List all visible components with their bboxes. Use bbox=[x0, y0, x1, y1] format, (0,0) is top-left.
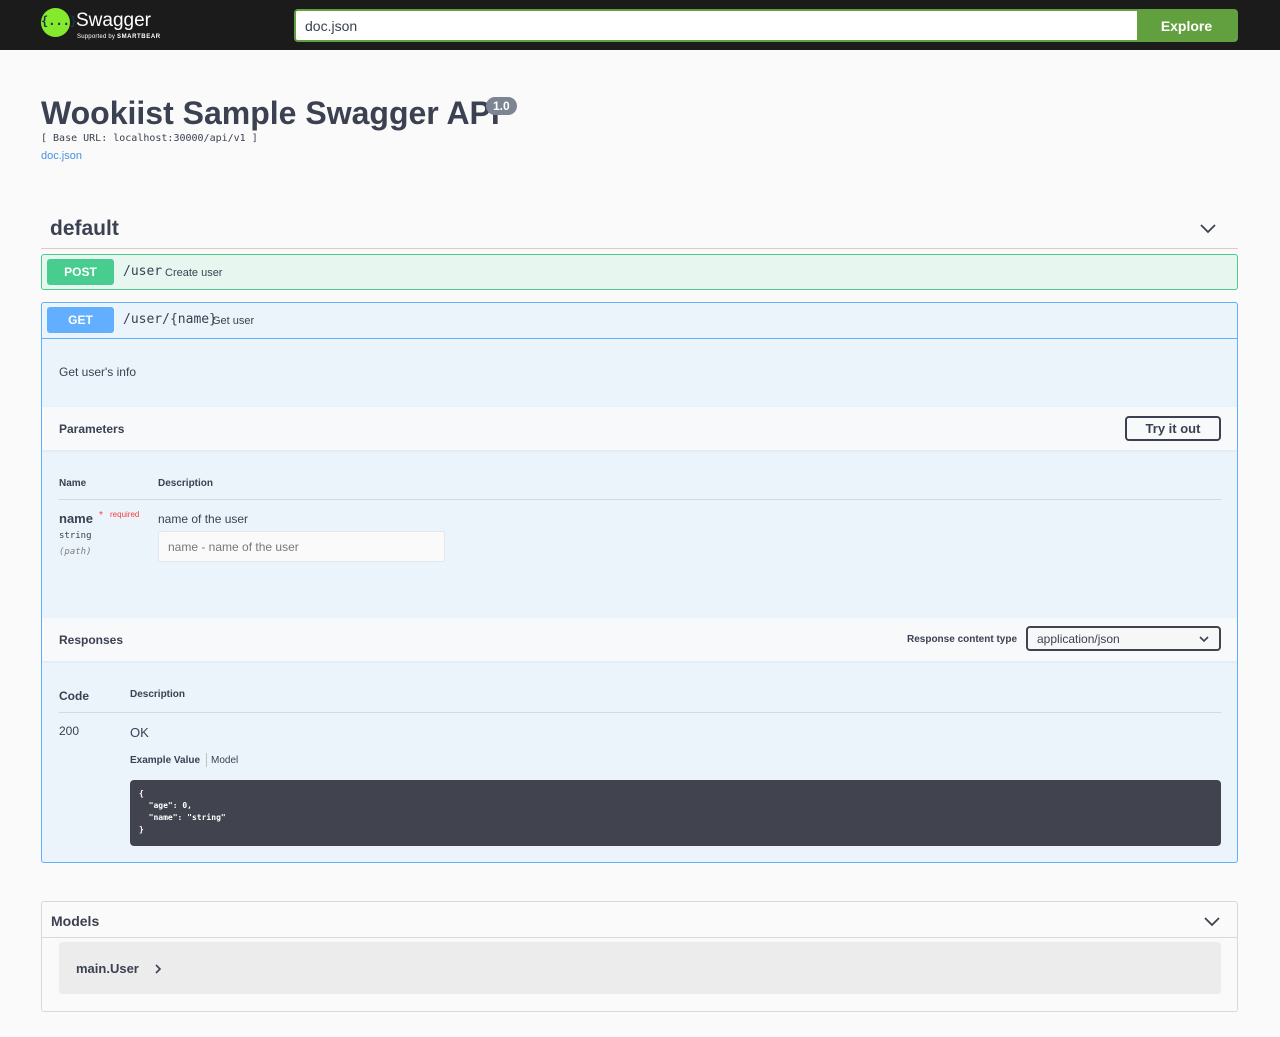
param-name: name bbox=[59, 511, 93, 526]
operation-get-user: GET /user/{name} Get user Get user's inf… bbox=[41, 302, 1238, 863]
version-badge: 1.0 bbox=[486, 97, 517, 115]
operation-path: /user bbox=[123, 264, 163, 279]
method-badge-post: POST bbox=[47, 259, 114, 285]
spec-url-input[interactable] bbox=[296, 11, 1140, 40]
explore-button[interactable]: Explore bbox=[1137, 11, 1236, 40]
try-it-out-button[interactable]: Try it out bbox=[1125, 416, 1221, 441]
parameters-label: Parameters bbox=[59, 422, 125, 436]
chevron-down-icon bbox=[1199, 636, 1209, 643]
model-item-main-user[interactable]: main.User bbox=[59, 942, 1221, 994]
param-col-description: Description bbox=[158, 478, 214, 489]
model-name: main.User bbox=[76, 961, 139, 976]
operation-path: /user/{name} bbox=[123, 312, 217, 327]
param-header-divider bbox=[59, 499, 1221, 500]
chevron-right-icon bbox=[155, 964, 162, 974]
response-description: OK bbox=[130, 725, 149, 740]
param-type: string bbox=[59, 531, 92, 541]
tab-divider bbox=[206, 753, 207, 767]
parameters-header: Parameters Try it out bbox=[42, 407, 1237, 450]
method-badge-get: GET bbox=[47, 307, 114, 333]
base-url: [ Base URL: localhost:30000/api/v1 ] bbox=[41, 133, 258, 144]
param-col-name: Name bbox=[59, 478, 87, 489]
example-value-code: { "age": 0, "name": "string" } bbox=[130, 780, 1221, 846]
operation-description: Get user's info bbox=[59, 365, 136, 379]
operation-summary: Create user bbox=[165, 267, 223, 279]
response-content-type-select[interactable]: application/json bbox=[1026, 626, 1221, 651]
api-title: Wookiist Sample Swagger API bbox=[41, 95, 500, 131]
required-star: * bbox=[99, 510, 103, 521]
swagger-logo[interactable]: {...} Swagger Supported by SMARTBEAR bbox=[41, 8, 171, 44]
tag-divider bbox=[41, 248, 1238, 249]
response-col-code: Code bbox=[59, 689, 89, 703]
models-title[interactable]: Models bbox=[51, 913, 99, 929]
param-location: (path) bbox=[59, 547, 92, 557]
response-header-divider bbox=[59, 712, 1221, 713]
tag-default-title[interactable]: default bbox=[50, 217, 119, 241]
param-description: name of the user bbox=[158, 512, 249, 526]
spec-url-bar: Explore bbox=[294, 9, 1238, 42]
top-bar: {...} Swagger Supported by SMARTBEAR Exp… bbox=[0, 0, 1280, 50]
operation-get-user-header[interactable]: GET /user/{name} Get user bbox=[42, 303, 1237, 339]
chevron-down-icon[interactable] bbox=[1198, 220, 1218, 236]
operation-summary: Get user bbox=[212, 315, 255, 327]
operation-post-user[interactable]: POST /user Create user bbox=[41, 254, 1238, 290]
required-label: required bbox=[110, 510, 140, 519]
logo-text: Swagger bbox=[76, 10, 151, 31]
responses-label: Responses bbox=[59, 633, 124, 647]
response-code: 200 bbox=[59, 724, 80, 738]
tab-model[interactable]: Model bbox=[211, 755, 238, 766]
logo-subtitle: Supported by SMARTBEAR bbox=[77, 34, 161, 40]
chevron-down-icon[interactable] bbox=[1202, 913, 1222, 929]
responses-header: Responses Response content type applicat… bbox=[42, 618, 1237, 661]
tab-example-value[interactable]: Example Value bbox=[130, 755, 200, 766]
param-name-input[interactable] bbox=[158, 531, 445, 562]
swagger-logo-icon: {...} bbox=[41, 8, 77, 37]
response-col-description: Description bbox=[130, 689, 186, 700]
models-section: Models main.User bbox=[41, 901, 1238, 1012]
models-divider bbox=[42, 937, 1237, 938]
example-json: { "age": 0, "name": "string" } bbox=[139, 789, 226, 834]
doc-json-link[interactable]: doc.json bbox=[41, 150, 82, 162]
response-content-type-label: Response content type bbox=[907, 634, 1018, 645]
